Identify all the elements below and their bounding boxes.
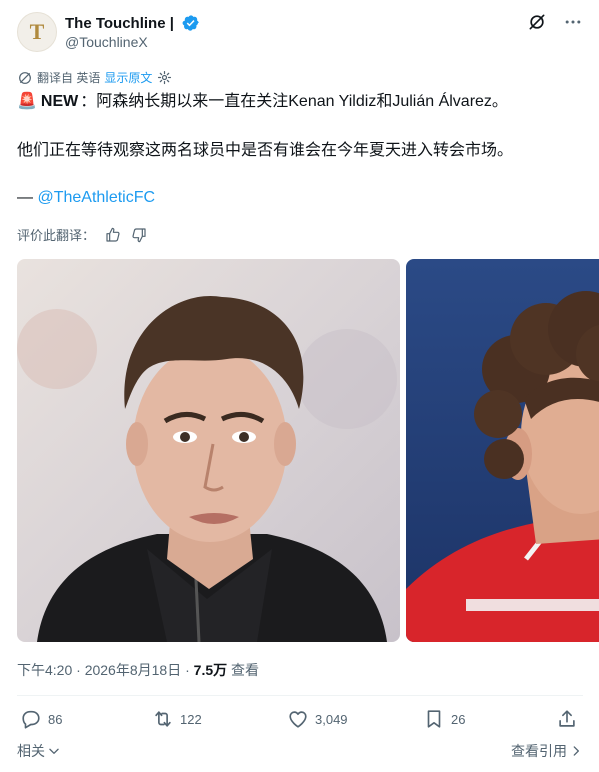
siren-emoji: 🚨 xyxy=(17,93,37,110)
repost-icon xyxy=(155,711,171,727)
translated-from-label: 翻译自 英语 xyxy=(37,71,101,85)
rate-translation-label: 评价此翻译： xyxy=(17,228,96,243)
credit-dash: — xyxy=(17,189,38,206)
bookmark-button[interactable]: 26 xyxy=(423,708,465,730)
photo-player-1[interactable] xyxy=(17,259,400,642)
verified-badge-icon xyxy=(182,15,199,31)
translate-icon xyxy=(19,71,31,84)
header-icons xyxy=(527,12,583,32)
tweet-text-line-1: 🚨 NEW ：阿森纳长期以来一直在关注Kenan Yildiz和Julián Á… xyxy=(17,90,508,114)
tweet-meta: 下午4:20 · 2026年8月18日 · 7.5万 查看 xyxy=(17,660,259,680)
divider xyxy=(17,695,583,696)
avatar[interactable]: T xyxy=(17,12,57,52)
meta-separator-2: · xyxy=(181,662,194,678)
repost-count: 122 xyxy=(180,711,202,727)
views-label: 查看 xyxy=(227,662,260,678)
translation-bar: 翻译自 英语 显示原文 xyxy=(17,69,172,86)
repost-button[interactable]: 122 xyxy=(152,708,202,730)
tweet-time[interactable]: 下午4:20 xyxy=(17,662,72,678)
tweet-text-rest: ：阿森纳长期以来一直在关注Kenan Yildiz和Julián Álvarez… xyxy=(80,93,508,110)
rate-translation: 评价此翻译： xyxy=(17,225,147,244)
tweet-credit-line: — @TheAthleticFC xyxy=(17,186,155,210)
chevron-down-icon xyxy=(49,748,59,754)
heart-icon xyxy=(289,711,307,728)
related-dropdown[interactable]: 相关 xyxy=(17,741,61,761)
author-handle[interactable]: @TouchlineX xyxy=(65,34,148,50)
more-options-icon[interactable] xyxy=(563,12,583,32)
action-bar: 86 122 3,049 26 xyxy=(20,708,580,732)
chevron-right-icon xyxy=(573,746,579,756)
reply-count: 86 xyxy=(48,711,63,727)
tweet-date[interactable]: 2026年8月18日 xyxy=(85,662,182,678)
grok-icon[interactable] xyxy=(527,12,547,32)
tweet-header: T The Touchline | @TouchlineX xyxy=(17,12,583,56)
views-count: 7.5万 xyxy=(193,662,228,678)
related-label: 相关 xyxy=(17,743,45,759)
share-button[interactable] xyxy=(556,708,584,730)
share-icon xyxy=(559,710,575,727)
thumbs-up-icon[interactable] xyxy=(105,227,121,243)
author-name-line: The Touchline | xyxy=(65,14,200,32)
bookmark-icon xyxy=(427,710,441,728)
view-quotes-label: 查看引用 xyxy=(511,743,567,759)
photo-player-2[interactable] xyxy=(406,259,599,642)
show-original-link[interactable]: 显示原文 xyxy=(104,69,152,86)
like-button[interactable]: 3,049 xyxy=(287,708,348,730)
tweet-text-line-2: 他们正在等待观察这两名球员中是否有谁会在今年夏天进入转会市场。 xyxy=(17,142,514,159)
new-label: NEW xyxy=(40,93,79,110)
mention-link[interactable]: @TheAthleticFC xyxy=(37,189,155,206)
tweet-media xyxy=(17,259,599,642)
view-quotes-link[interactable]: 查看引用 xyxy=(511,741,583,761)
meta-separator: · xyxy=(72,662,85,678)
thumbs-down-icon[interactable] xyxy=(131,227,147,243)
reply-icon xyxy=(22,710,40,729)
reply-button[interactable]: 86 xyxy=(20,708,62,730)
like-count: 3,049 xyxy=(315,711,348,727)
settings-gear-icon[interactable] xyxy=(157,70,172,85)
bookmark-count: 26 xyxy=(451,711,466,727)
author-display-name[interactable]: The Touchline | xyxy=(65,15,174,32)
